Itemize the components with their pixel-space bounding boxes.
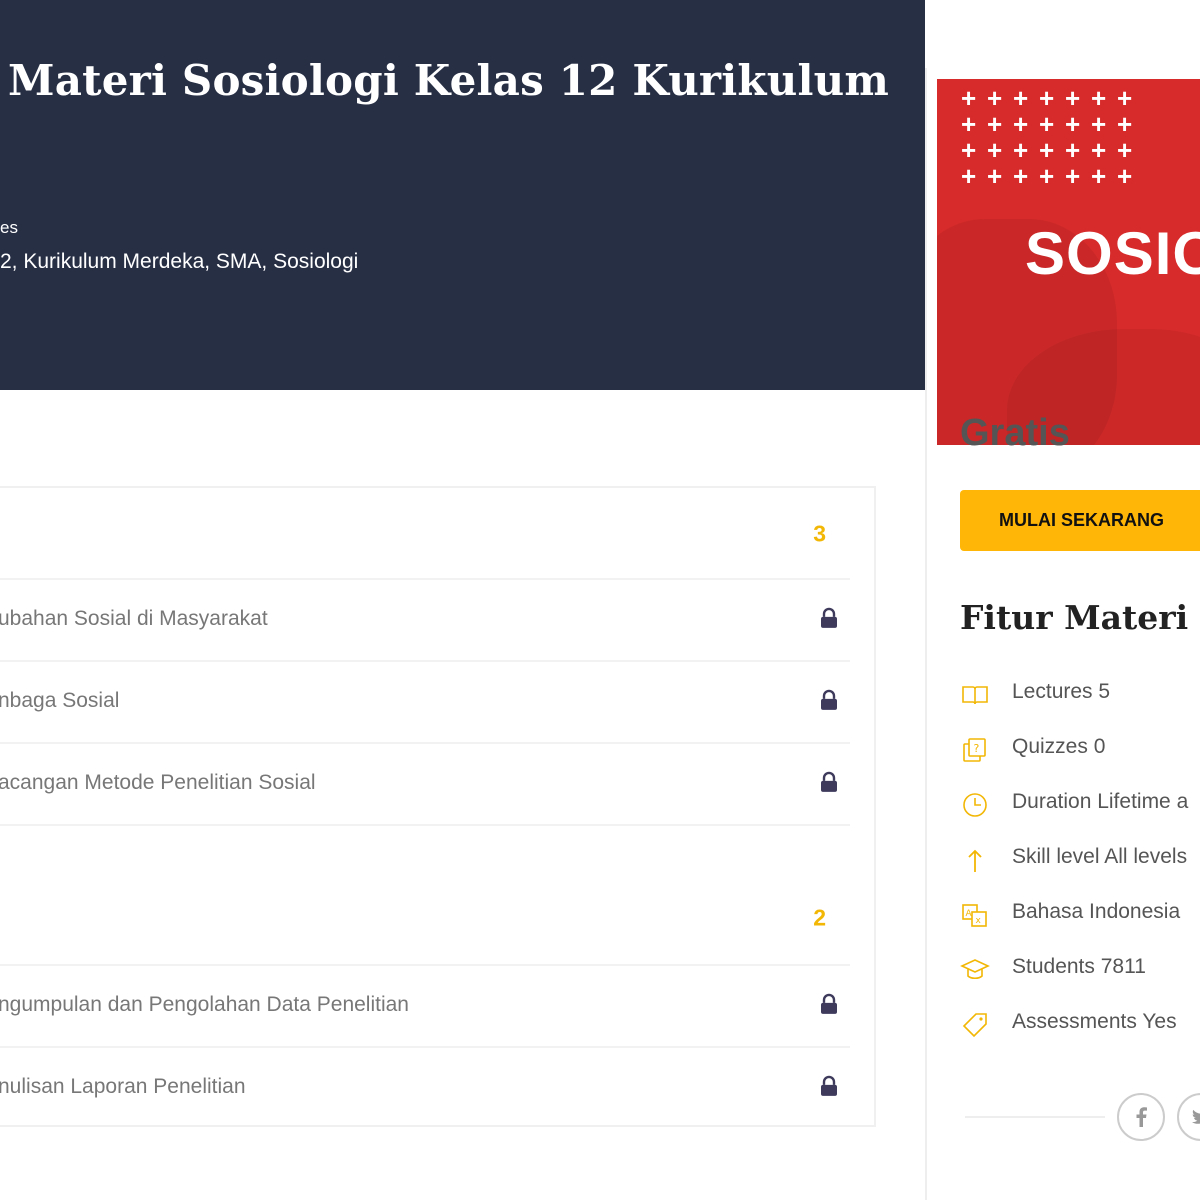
lock-icon	[821, 993, 837, 1014]
feature-text: Quizzes 0	[1012, 735, 1106, 758]
level-arrow-icon	[968, 849, 982, 872]
svg-text:?: ?	[974, 742, 980, 755]
lesson-item[interactable]: ngumpulan dan Pengolahan Data Penelitian	[0, 964, 850, 1044]
quiz-icon: ?	[963, 738, 986, 762]
facebook-share-button[interactable]	[1117, 1093, 1165, 1141]
tag-icon	[962, 1013, 987, 1038]
graduation-cap-icon	[960, 959, 990, 980]
feature-skill-level: Skill level All levels	[960, 839, 1200, 879]
feature-lectures: Lectures 5	[960, 674, 1200, 714]
course-thumbnail: + + + + + + + + + + + + + + + + + + + + + + + + + + + + SOSIO	[937, 79, 1200, 445]
feature-assessments: Assessments Yes	[960, 1004, 1200, 1044]
lock-icon	[821, 1075, 837, 1096]
feature-text: Lectures 5	[1012, 680, 1111, 703]
lesson-title: acangan Metode Penelitian Sosial	[0, 771, 316, 794]
lesson-title: ubahan Sosial di Masyarakat	[0, 607, 268, 630]
section-lesson-count: 2	[813, 904, 826, 931]
curriculum-section-header[interactable]: 2	[0, 878, 848, 958]
lock-icon	[821, 771, 837, 792]
facebook-icon	[1136, 1107, 1147, 1127]
lesson-title: nulisan Laporan Penelitian	[0, 1075, 246, 1098]
feature-language: Ax Bahasa Indonesia	[960, 894, 1200, 934]
lesson-item[interactable]: ubahan Sosial di Masyarakat	[0, 578, 850, 658]
feature-text: Assessments Yes	[1012, 1010, 1177, 1033]
lock-icon	[821, 607, 837, 628]
course-price: Gratis	[960, 412, 1070, 454]
feature-text: Duration Lifetime a	[1012, 790, 1189, 813]
curriculum-section-header[interactable]: 3	[0, 494, 848, 574]
feature-text: Skill level All levels	[1012, 845, 1188, 868]
share-divider	[965, 1116, 1105, 1118]
start-course-button[interactable]: MULAI SEKARANG	[960, 490, 1200, 551]
thumbnail-title: SOSIO	[1025, 220, 1200, 287]
svg-text:x: x	[976, 916, 982, 926]
features-heading: Fitur Materi	[960, 598, 1189, 637]
feature-quizzes: ? Quizzes 0	[960, 729, 1200, 769]
course-categories[interactable]: 2, Kurikulum Merdeka, SMA, Sosiologi	[0, 250, 358, 274]
feature-duration: Duration Lifetime a	[960, 784, 1200, 824]
curriculum-panel: 3 ubahan Sosial di Masyarakat nbaga Sosi…	[0, 486, 876, 1127]
section-lesson-count: 3	[813, 520, 826, 547]
lesson-title: ngumpulan dan Pengolahan Data Penelitian	[0, 993, 409, 1016]
lesson-item[interactable]: nbaga Sosial	[0, 660, 850, 740]
book-icon	[962, 686, 988, 705]
lesson-item[interactable]: acangan Metode Penelitian Sosial	[0, 742, 850, 822]
twitter-icon	[1192, 1109, 1200, 1124]
language-icon: Ax	[962, 904, 987, 927]
course-title: Materi Sosiologi Kelas 12 Kurikulum	[8, 56, 889, 105]
feature-text: Students 7811	[1012, 955, 1146, 978]
lock-icon	[821, 689, 837, 710]
course-meta-label: es	[0, 218, 18, 237]
feature-text: Bahasa Indonesia	[1012, 900, 1181, 923]
lesson-title: nbaga Sosial	[0, 689, 120, 712]
twitter-share-button[interactable]	[1177, 1093, 1200, 1141]
section-divider	[0, 824, 850, 826]
course-header: Materi Sosiologi Kelas 12 Kurikulum es 2…	[0, 0, 925, 390]
clock-icon	[963, 793, 987, 817]
svg-text:A: A	[966, 909, 973, 919]
lesson-item[interactable]: nulisan Laporan Penelitian	[0, 1046, 850, 1126]
course-sidebar: + + + + + + + + + + + + + + + + + + + + + + + + + + + + SOSIO Gr…	[925, 68, 1200, 1200]
feature-students: Students 7811	[960, 949, 1200, 989]
